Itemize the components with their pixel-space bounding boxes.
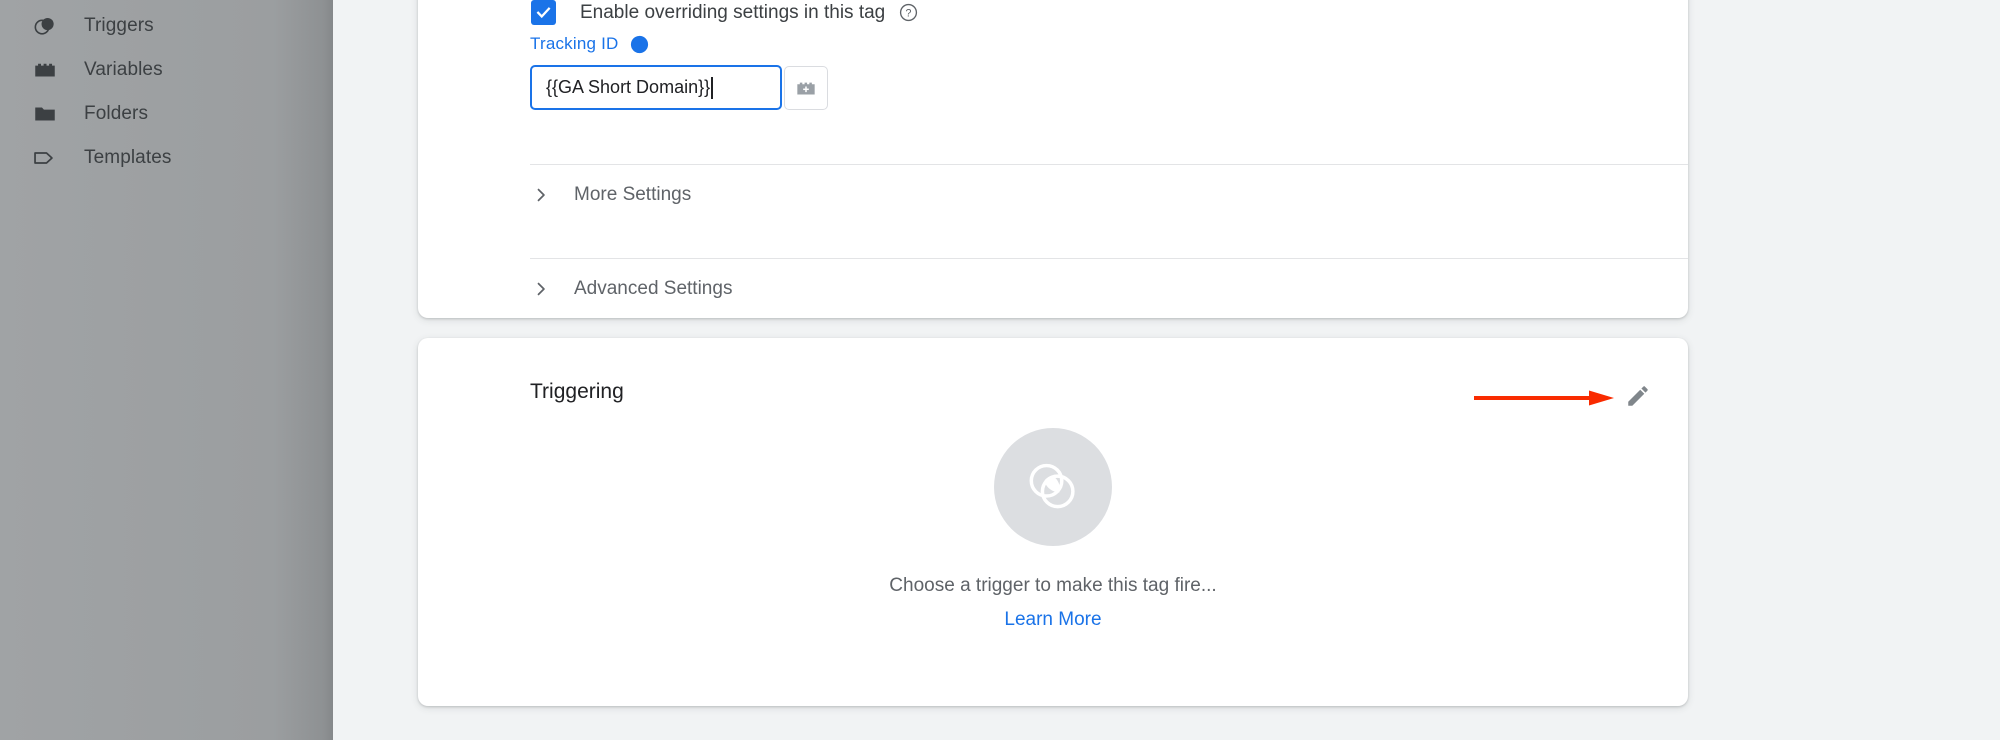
sidebar-item-variables[interactable]: Variables [0, 48, 333, 92]
variables-block-icon [30, 55, 60, 85]
enable-override-checkbox[interactable] [531, 0, 556, 25]
tracking-id-field-block: Tracking ID ? {{GA Short Domain}} [530, 33, 828, 110]
advanced-settings-label: Advanced Settings [574, 278, 732, 300]
variable-block-plus-icon [793, 75, 819, 101]
more-settings-label: More Settings [574, 184, 691, 206]
help-circle-icon[interactable]: ? [630, 35, 649, 54]
chevron-right-icon [530, 278, 552, 300]
app-root: Tags Triggers Variables [0, 0, 2000, 740]
triggering-empty-message: Choose a trigger to make this tag fire..… [889, 575, 1216, 597]
learn-more-link[interactable]: Learn More [1004, 609, 1101, 631]
help-circle-icon[interactable]: ? [899, 3, 918, 22]
triggers-circles-icon [30, 11, 60, 41]
sidebar-item-label: Folders [84, 103, 148, 125]
sidebar-item-label: Triggers [84, 15, 154, 37]
tag-settings-card: Enable overriding settings in this tag ?… [418, 0, 1688, 318]
main-content: Enable overriding settings in this tag ?… [333, 0, 2000, 740]
triggering-empty-state: Choose a trigger to make this tag fire..… [418, 428, 1688, 631]
chevron-right-icon [530, 184, 552, 206]
advanced-settings-row[interactable]: Advanced Settings [530, 258, 1688, 320]
trigger-overlapping-circles-icon [994, 428, 1112, 546]
sidebar-nav-list: Tags Triggers Variables [0, 0, 333, 180]
tracking-id-label: Tracking ID [530, 34, 618, 54]
sidebar-item-label: Variables [84, 59, 163, 81]
sidebar-item-label: Templates [84, 147, 172, 169]
sidebar-item-templates[interactable]: Templates [0, 136, 333, 180]
annotation-arrow [1474, 390, 1614, 406]
more-settings-row[interactable]: More Settings [530, 164, 1688, 226]
tracking-id-value: {{GA Short Domain}} [546, 77, 710, 98]
tracking-id-input-row: {{GA Short Domain}} [530, 65, 828, 110]
triggering-card: Triggering [418, 338, 1688, 706]
tracking-id-label-row: Tracking ID ? [530, 33, 828, 55]
tag-outline-icon [30, 143, 60, 173]
folder-icon [30, 99, 60, 129]
pencil-edit-icon [1625, 383, 1651, 409]
variable-picker-button[interactable] [784, 66, 828, 110]
tracking-id-input[interactable]: {{GA Short Domain}} [530, 65, 782, 110]
sidebar-item-folders[interactable]: Folders [0, 92, 333, 136]
svg-text:?: ? [906, 7, 912, 19]
edit-triggering-button[interactable] [1622, 380, 1654, 412]
sidebar-item-triggers[interactable]: Triggers [0, 4, 333, 48]
enable-override-label: Enable overriding settings in this tag [580, 2, 885, 24]
text-caret [711, 77, 713, 99]
svg-text:?: ? [637, 39, 643, 51]
enable-override-row[interactable]: Enable overriding settings in this tag ? [531, 0, 918, 25]
sidebar: Tags Triggers Variables [0, 0, 333, 740]
triggering-title: Triggering [530, 380, 624, 404]
